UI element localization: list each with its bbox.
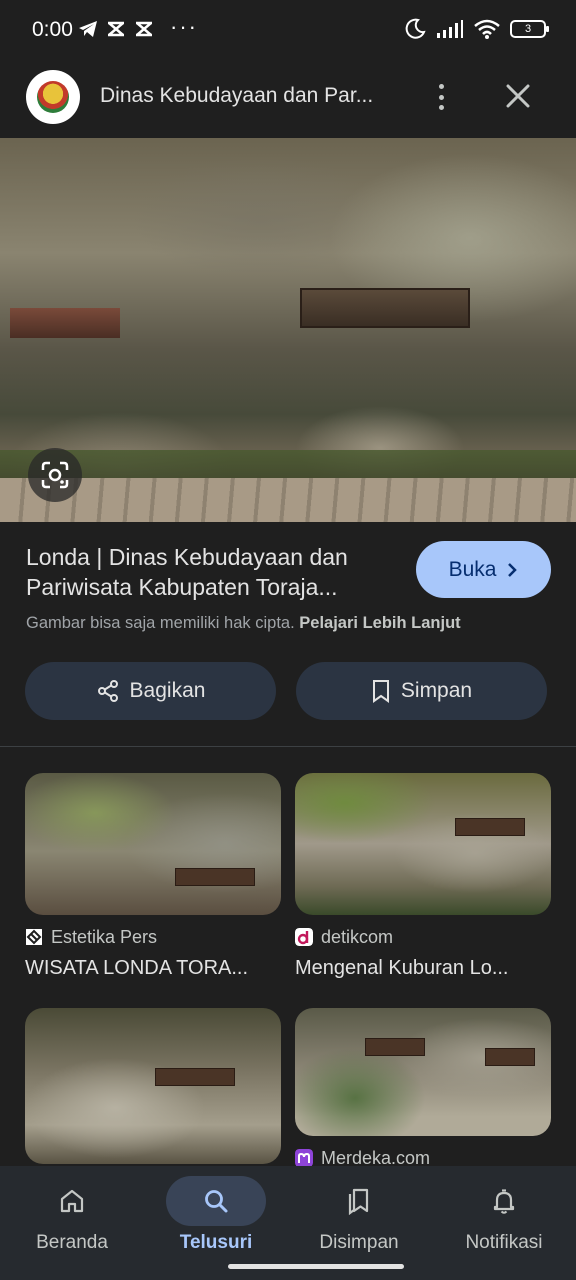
copyright-notice: Gambar bisa saja memiliki hak cipta. Pel…: [26, 614, 556, 633]
status-notification-icons: [78, 20, 154, 38]
search-icon: [205, 1190, 228, 1213]
nav-item-beranda[interactable]: Beranda: [7, 1176, 137, 1256]
image-detail-grass: [0, 450, 576, 480]
image-detail-stone-path: [0, 478, 576, 522]
nav-item-disimpan[interactable]: Disimpan: [294, 1176, 424, 1256]
site-logo[interactable]: [26, 70, 80, 124]
capcut-icon: [136, 21, 152, 37]
nav-label: Disimpan: [319, 1232, 399, 1253]
nav-item-telusuri[interactable]: Telusuri: [151, 1176, 281, 1256]
estetika-pers-favicon-icon: [26, 929, 42, 945]
telegram-icon: [79, 21, 97, 37]
save-button-label: Simpan: [400, 679, 473, 702]
share-button-label: Bagikan: [129, 679, 206, 702]
related-result-thumbnail[interactable]: [25, 1008, 281, 1164]
nav-label: Telusuri: [179, 1232, 253, 1253]
share-button[interactable]: Bagikan: [25, 662, 276, 720]
learn-more-link[interactable]: Pelajari Lebih Lanjut: [299, 614, 460, 632]
save-button[interactable]: Simpan: [296, 662, 547, 720]
close-icon[interactable]: [500, 78, 536, 114]
capcut-icon: [108, 21, 124, 37]
nav-label: Beranda: [36, 1232, 108, 1253]
more-vert-icon[interactable]: [428, 80, 454, 114]
battery-icon: 3: [510, 20, 549, 38]
signal-icon: [437, 20, 463, 38]
section-divider: [0, 746, 576, 747]
nav-item-notifikasi[interactable]: Notifikasi: [439, 1176, 569, 1256]
copyright-text: Gambar bisa saja memiliki hak cipta.: [26, 614, 295, 632]
site-title[interactable]: Dinas Kebudayaan dan Par...: [100, 84, 400, 108]
status-time: 0:00: [32, 18, 73, 41]
image-detail-coffins: [10, 308, 120, 338]
merdeka-favicon-icon: [295, 1149, 313, 1167]
bookmark-icon: [372, 680, 389, 703]
more-notifications-icon: ···: [170, 14, 198, 39]
related-result-thumbnail[interactable]: [25, 773, 281, 915]
open-button-label: Buka: [448, 557, 497, 581]
status-bar: 0:00 ··· 3: [0, 0, 576, 58]
lens-search-button[interactable]: [28, 448, 82, 502]
home-indicator[interactable]: [228, 1264, 404, 1269]
home-icon: [60, 1189, 84, 1213]
related-result-title[interactable]: Mengenal Kuburan Lo...: [295, 957, 551, 980]
share-icon: [97, 680, 118, 702]
chevron-right-icon: [508, 562, 518, 577]
related-result-source: Estetika Pers: [25, 927, 281, 947]
wifi-icon: [474, 19, 500, 39]
source-name: Estetika Pers: [51, 926, 158, 947]
moon-icon: [405, 18, 426, 39]
result-title[interactable]: Londa | Dinas Kebudayaan dan Pariwisata …: [26, 542, 401, 602]
main-image[interactable]: [0, 138, 576, 522]
image-detail-tau-tau-gallery: [300, 288, 470, 328]
image-viewer-header: Dinas Kebudayaan dan Par...: [0, 58, 576, 138]
bell-icon: [493, 1189, 515, 1214]
related-result-source: detikcom: [295, 927, 551, 947]
related-result-title[interactable]: WISATA LONDA TORA...: [25, 957, 281, 980]
related-result-card[interactable]: Merdeka.com: [295, 1008, 551, 1168]
google-lens-icon: [41, 461, 69, 489]
related-result-card[interactable]: detikcom Mengenal Kuburan Lo...: [295, 773, 551, 980]
nav-label: Notifikasi: [465, 1232, 543, 1253]
detikcom-favicon-icon: [295, 928, 313, 946]
status-system-icons: 3: [404, 18, 549, 40]
collections-icon: [348, 1188, 369, 1215]
related-result-thumbnail[interactable]: [295, 1008, 551, 1136]
related-result-source: Merdeka.com: [295, 1148, 551, 1168]
related-result-thumbnail[interactable]: [295, 773, 551, 915]
source-name: detikcom: [321, 926, 394, 947]
bottom-navigation: Beranda Telusuri Disimpan Notifikasi: [0, 1166, 576, 1280]
related-result-card[interactable]: [25, 1008, 281, 1164]
regency-emblem-icon: [37, 81, 69, 113]
open-button[interactable]: Buka: [416, 541, 551, 598]
related-result-card[interactable]: Estetika Pers WISATA LONDA TORA...: [25, 773, 281, 980]
